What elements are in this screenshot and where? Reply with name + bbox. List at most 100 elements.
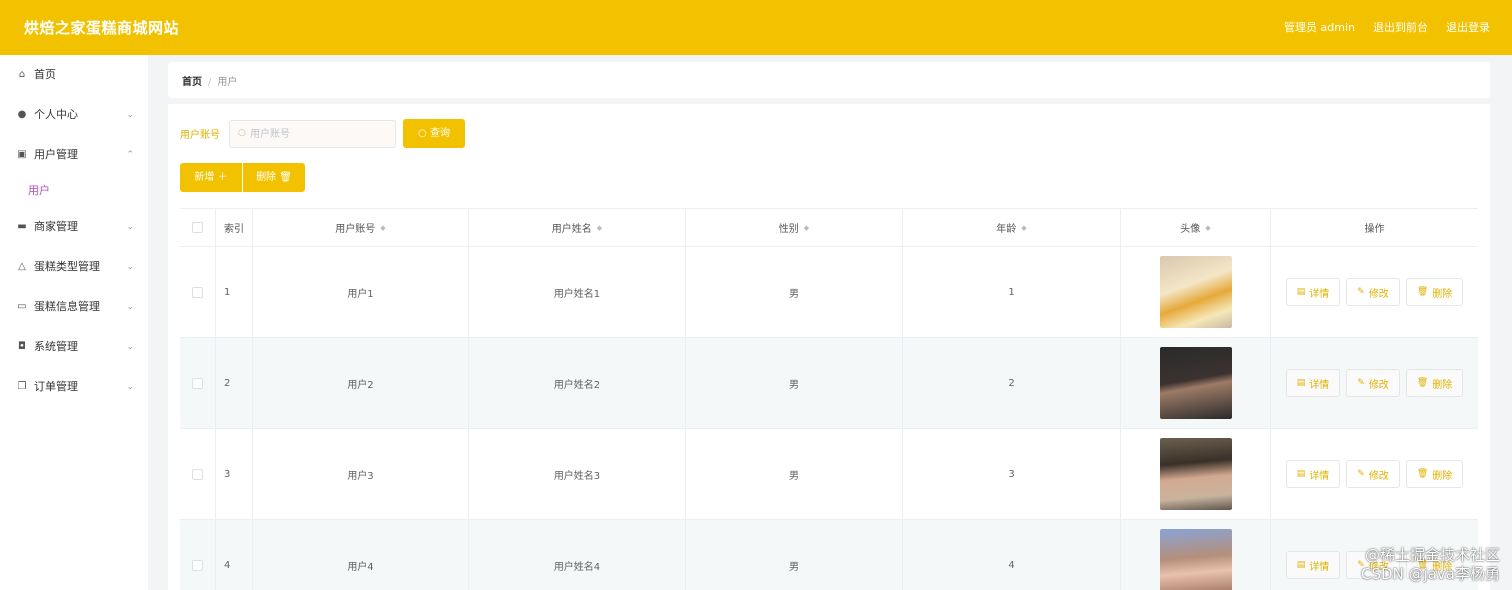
search-button[interactable]: ○ 查询 <box>403 119 465 148</box>
top-header: 烘焙之家蛋糕商城网站 管理员 admin 退出到前台 退出登录 <box>0 0 1512 55</box>
delete-button[interactable]: 🗑 删除 <box>1405 278 1464 306</box>
row-select-cell <box>180 338 216 428</box>
cell-name: 用户姓名3 <box>469 429 686 519</box>
cell-age: 2 <box>903 338 1121 428</box>
sidebar-item-label: 蛋糕类型管理 <box>34 260 100 273</box>
breadcrumb-bar: 首页 / 用户 <box>168 62 1490 98</box>
search-field: ○ <box>229 120 396 148</box>
cell-name: 用户姓名2 <box>469 338 686 428</box>
user-table: 索引 用户账号 ◆ 用户姓名 ◆ 性别 ◆ 年龄 ◆ 头像 ◆ 操作 1 用户1 用户姓名… <box>180 208 1478 590</box>
avatar-image[interactable] <box>1159 438 1232 510</box>
cell-actions: ▤ 详情 ✎ 修改 🗑 删除 <box>1271 429 1478 519</box>
cell-index: 1 <box>216 247 253 337</box>
header-index: 索引 <box>216 209 253 246</box>
edit-icon: ✎ <box>1357 378 1365 388</box>
avatar-image[interactable] <box>1159 529 1232 590</box>
breadcrumb-current: 用户 <box>217 77 238 88</box>
cell-account: 用户2 <box>253 338 469 428</box>
sidebar-item-user-management[interactable]: ▣ 用户管理 ⌃ <box>0 135 148 175</box>
sidebar-item-label: 蛋糕信息管理 <box>34 300 100 313</box>
detail-button[interactable]: ▤ 详情 <box>1285 278 1341 306</box>
sidebar-item-merchant-management[interactable]: ▬ 商家管理 ⌄ <box>0 207 148 247</box>
sort-icon: ◆ <box>803 223 810 232</box>
cell-gender: 男 <box>686 247 903 337</box>
monitor-icon: ▬ <box>17 221 27 232</box>
breadcrumb-home[interactable]: 首页 <box>182 77 202 88</box>
sidebar-item-profile[interactable]: ● 个人中心 ⌄ <box>0 95 148 135</box>
search-icon: ○ <box>418 128 430 139</box>
cell-age: 4 <box>903 520 1121 590</box>
edit-button[interactable]: ✎ 修改 <box>1346 460 1400 488</box>
table-header-row: 索引 用户账号 ◆ 用户姓名 ◆ 性别 ◆ 年龄 ◆ 头像 ◆ 操作 <box>180 208 1478 247</box>
cell-name: 用户姓名4 <box>469 520 686 590</box>
detail-label: 详情 <box>1309 561 1330 573</box>
delete-button-label: 删除 <box>256 172 277 183</box>
sidebar-item-order-management[interactable]: ❐ 订单管理 ⌄ <box>0 367 148 407</box>
row-checkbox[interactable] <box>192 559 203 571</box>
logout-link[interactable]: 退出登录 <box>1446 19 1490 35</box>
row-checkbox[interactable] <box>192 286 203 298</box>
header-select-cell <box>180 209 216 246</box>
table-row: 3 用户3 用户姓名3 男 3 ▤ 详情 ✎ 修改 🗑 删除 <box>180 429 1478 520</box>
home-icon: ⌂ <box>18 69 26 80</box>
plus-icon: ＋ <box>214 172 228 183</box>
folder-icon: ▣ <box>17 149 27 160</box>
search-icon: ○ <box>238 128 246 138</box>
sidebar-item-home[interactable]: ⌂ 首页 <box>0 55 148 95</box>
detail-button[interactable]: ▤ 详情 <box>1285 460 1341 488</box>
header-name[interactable]: 用户姓名 ◆ <box>469 209 686 246</box>
cell-account: 用户3 <box>253 429 469 519</box>
lightbulb-icon: ◘ <box>18 341 26 352</box>
detail-button[interactable]: ▤ 详情 <box>1285 369 1341 397</box>
select-all-checkbox[interactable] <box>192 222 203 233</box>
sidebar-item-label: 订单管理 <box>34 380 78 393</box>
cell-actions: ▤ 详情 ✎ 修改 🗑 删除 <box>1271 338 1478 428</box>
delete-label: 删除 <box>1432 288 1453 300</box>
delete-button[interactable]: 🗑 删除 <box>1405 460 1464 488</box>
detail-button[interactable]: ▤ 详情 <box>1285 551 1341 579</box>
sidebar-item-cake-type-management[interactable]: △ 蛋糕类型管理 ⌄ <box>0 247 148 287</box>
add-button[interactable]: 新增 ＋ <box>180 163 242 192</box>
detail-label: 详情 <box>1309 288 1330 300</box>
row-select-cell <box>180 429 216 519</box>
table-row: 2 用户2 用户姓名2 男 2 ▤ 详情 ✎ 修改 🗑 删除 <box>180 338 1478 429</box>
header-account[interactable]: 用户账号 ◆ <box>253 209 469 246</box>
sidebar: ⌂ 首页 ● 个人中心 ⌄ ▣ 用户管理 ⌃ 用户 ▬ 商家管理 ⌄ △ 蛋糕类… <box>0 55 148 590</box>
row-checkbox[interactable] <box>192 377 203 389</box>
batch-delete-button[interactable]: 删除 🗑 <box>243 163 305 192</box>
edit-button[interactable]: ✎ 修改 <box>1346 278 1400 306</box>
cell-index: 2 <box>216 338 253 428</box>
avatar-image[interactable] <box>1159 256 1232 328</box>
sidebar-item-label: 个人中心 <box>34 108 78 121</box>
sidebar-item-label: 用户管理 <box>34 148 78 161</box>
avatar-image[interactable] <box>1159 347 1232 419</box>
cell-avatar <box>1121 247 1271 337</box>
sidebar-subitem-users[interactable]: 用户 <box>0 175 148 207</box>
header-age[interactable]: 年龄 ◆ <box>903 209 1121 246</box>
trash-icon: 🗑 <box>1416 287 1429 297</box>
delete-button[interactable]: 🗑 删除 <box>1405 369 1464 397</box>
sort-icon: ◆ <box>1021 223 1027 232</box>
search-input[interactable] <box>250 121 390 147</box>
header-avatar[interactable]: 头像 ◆ <box>1121 209 1271 246</box>
copy-icon: ❐ <box>17 381 27 392</box>
cell-account: 用户4 <box>253 520 469 590</box>
sidebar-item-cake-info-management[interactable]: ▭ 蛋糕信息管理 ⌄ <box>0 287 148 327</box>
chevron-down-icon: ⌄ <box>126 342 134 352</box>
cell-gender: 男 <box>686 338 903 428</box>
bell-icon: △ <box>18 261 26 272</box>
detail-label: 详情 <box>1309 470 1330 482</box>
sidebar-item-system-management[interactable]: ◘ 系统管理 ⌄ <box>0 327 148 367</box>
sort-icon: ◆ <box>596 223 603 232</box>
table-row: 1 用户1 用户姓名1 男 1 ▤ 详情 ✎ 修改 🗑 删除 <box>180 247 1478 338</box>
edit-button[interactable]: ✎ 修改 <box>1346 369 1400 397</box>
back-to-frontend-link[interactable]: 退出到前台 <box>1373 19 1428 35</box>
main-content: 用户账号 ○ ○ 查询 新增 ＋ 删除 🗑 索引 用户账号 ◆ 用户姓名 ◆ 性别 ◆… <box>168 104 1490 590</box>
sort-icon: ◆ <box>380 223 386 232</box>
header-links: 管理员 admin 退出到前台 退出登录 <box>1284 19 1490 35</box>
header-gender[interactable]: 性别 ◆ <box>686 209 903 246</box>
admin-user-link[interactable]: 管理员 admin <box>1284 19 1355 35</box>
row-checkbox[interactable] <box>192 468 203 480</box>
row-select-cell <box>180 520 216 590</box>
edit-icon: ✎ <box>1357 287 1365 297</box>
